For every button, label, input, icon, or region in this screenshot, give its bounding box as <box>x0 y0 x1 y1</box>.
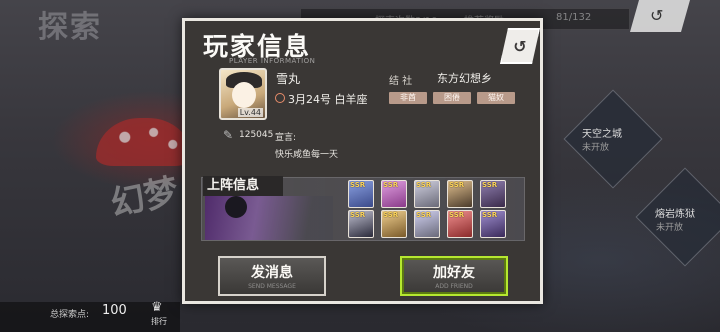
badge-tag: 困倦 <box>433 92 471 104</box>
team-card[interactable]: SSR <box>414 180 440 208</box>
total-explore-value: 100 <box>102 303 127 318</box>
player-birthday: 3月24号 白羊座 <box>288 93 368 106</box>
team-card[interactable]: SSR <box>447 210 473 238</box>
team-card[interactable]: SSR <box>447 180 473 208</box>
badge-tag: 猫奴 <box>477 92 515 104</box>
clock-icon <box>275 93 285 103</box>
team-card[interactable]: SSR <box>348 180 374 208</box>
player-name: 雪丸 <box>276 72 301 86</box>
player-level: Lv.44 <box>237 108 263 117</box>
avatar-face <box>232 82 256 108</box>
team-card[interactable]: SSR <box>414 210 440 238</box>
rarity-badge: SSR <box>449 181 465 189</box>
add-friend-button[interactable]: 加好友 ADD FRIEND <box>400 256 508 296</box>
dialog-subtitle: PLAYER INFORMATION <box>229 57 316 65</box>
leader-portrait <box>225 196 247 218</box>
bond-label: 结 社 <box>389 76 413 87</box>
return-arrow-icon: ↺ <box>513 36 527 56</box>
pen-icon: ✎ <box>223 128 234 142</box>
rarity-badge: SSR <box>383 211 399 219</box>
rarity-badge: SSR <box>449 211 465 219</box>
screen-title: 探索 <box>38 10 102 45</box>
rarity-badge: SSR <box>416 181 432 189</box>
send-message-sub: SEND MESSAGE <box>248 283 296 290</box>
coin-counter: 81/132 <box>556 12 592 23</box>
rarity-badge: SSR <box>350 181 366 189</box>
team-label: 上阵信息 <box>203 176 283 196</box>
leader-character[interactable] <box>205 196 333 240</box>
trophy-icon[interactable]: ♛ <box>151 300 163 315</box>
zone-lava-hell-label: 熔岩炼狱 <box>655 209 695 220</box>
declaration-text: 快乐咸鱼每一天 <box>275 150 339 160</box>
zone-sky-city-label: 天空之城 <box>582 129 622 140</box>
total-explore-label: 总探索点: <box>50 310 90 320</box>
team-card[interactable]: SSR <box>348 210 374 238</box>
rank-label[interactable]: 排行 <box>151 316 167 327</box>
zone-sky-city-status: 未开放 <box>582 143 610 153</box>
avatar[interactable]: Lv.44 <box>219 68 267 120</box>
badge-tag: 非酋 <box>389 92 427 104</box>
player-score: 125045 <box>239 130 274 140</box>
rarity-badge: SSR <box>350 211 366 219</box>
add-friend-label: 加好友 <box>433 265 475 281</box>
rarity-badge: SSR <box>482 211 498 219</box>
rarity-badge: SSR <box>416 211 432 219</box>
send-message-label: 发消息 <box>251 265 293 281</box>
declaration-label: 宣言: <box>275 133 297 143</box>
team-card[interactable]: SSR <box>480 180 506 208</box>
back-arrow-icon: ↺ <box>650 6 664 25</box>
team-card[interactable]: SSR <box>480 210 506 238</box>
zone-lava-hell-status: 未开放 <box>656 223 684 233</box>
bond-value: 东方幻想乡 <box>437 72 492 85</box>
rarity-badge: SSR <box>383 181 399 189</box>
team-card[interactable]: SSR <box>381 210 407 238</box>
add-friend-sub: ADD FRIEND <box>435 283 473 290</box>
send-message-button[interactable]: 发消息 SEND MESSAGE <box>218 256 326 296</box>
team-card[interactable]: SSR <box>381 180 407 208</box>
rarity-badge: SSR <box>482 181 498 189</box>
